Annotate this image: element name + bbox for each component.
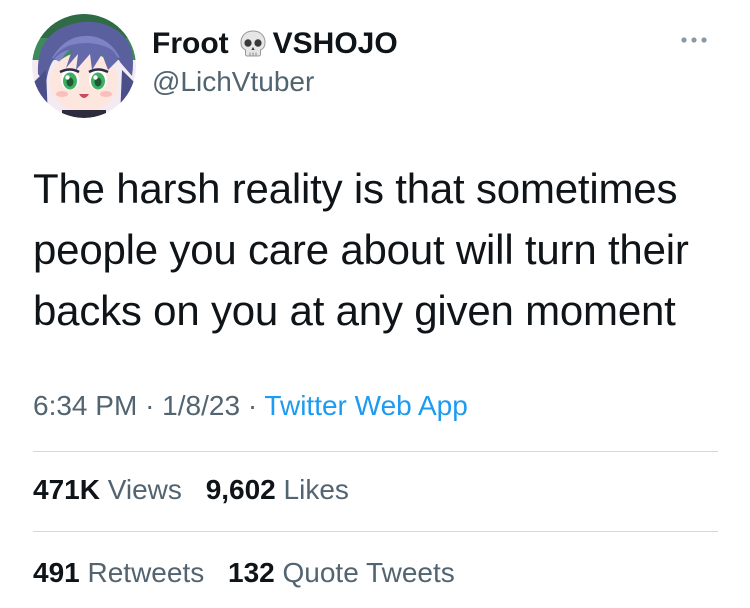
stats-row-retweets-quotes: 491 Retweets 132 Quote Tweets [33, 555, 471, 591]
display-name-row[interactable]: Froot VSHOJO [152, 26, 398, 62]
tweet-source-link[interactable]: Twitter Web App [264, 390, 467, 421]
likes-count: 9,602 [205, 474, 276, 505]
divider [33, 531, 718, 532]
tweet-time[interactable]: 6:34 PM [33, 390, 137, 421]
meta-separator: · [145, 390, 155, 421]
display-name[interactable]: Froot [152, 26, 229, 62]
avatar[interactable] [32, 14, 136, 118]
author-block: Froot VSHOJO @LichVtuber [152, 26, 398, 100]
views-label: Views [107, 474, 182, 505]
meta-separator: · [247, 390, 258, 421]
quote-tweets-stat[interactable]: 132 Quote Tweets [228, 555, 455, 591]
tweet-card: Froot VSHOJO @LichVtuber The harsh reali… [0, 0, 750, 608]
divider [33, 451, 718, 452]
retweets-count: 491 [33, 557, 80, 588]
likes-label: Likes [283, 474, 349, 505]
views-count: 471K [33, 474, 100, 505]
display-name-suffix[interactable]: VSHOJO [273, 26, 398, 62]
retweets-label: Retweets [87, 557, 205, 588]
quotes-count: 132 [228, 557, 275, 588]
skull-icon [237, 28, 269, 60]
user-handle[interactable]: @LichVtuber [152, 64, 398, 100]
tweet-meta: 6:34 PM · 1/8/23 · Twitter Web App [33, 388, 468, 424]
retweets-stat[interactable]: 491 Retweets [33, 555, 204, 591]
quotes-label: Quote Tweets [282, 557, 455, 588]
tweet-date[interactable]: 1/8/23 [162, 390, 240, 421]
likes-stat[interactable]: 9,602 Likes [206, 472, 349, 508]
more-dots-icon[interactable] [676, 28, 712, 52]
tweet-text: The harsh reality is that sometimes peop… [33, 165, 689, 334]
views-stat[interactable]: 471K Views [33, 472, 182, 508]
stats-row-views-likes: 471K Views 9,602 Likes [33, 472, 365, 508]
